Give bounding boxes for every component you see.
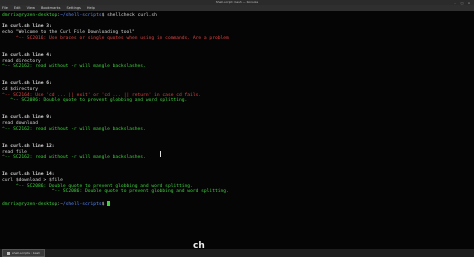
mouse-cursor-icon — [160, 151, 161, 157]
terminal-text-segment: ^-- SC2162: read without -r will mangle … — [2, 155, 146, 161]
terminal-text-segment: read file — [2, 149, 27, 155]
taskbar-task-label: shell-scripts : bash — [12, 251, 41, 255]
terminal-text-segment: ^-- SC2086: Double quote to prevent glob… — [2, 189, 229, 195]
terminal-text-segment: curl $download > $file — [2, 177, 63, 183]
terminal-text-segment: ^-- SC2086: Double quote to prevent glob… — [2, 183, 193, 189]
terminal-text-segment: In curl.sh line 14: — [2, 172, 55, 178]
terminal-text-segment: $ shellcheck curl.sh — [101, 13, 157, 18]
taskbar-konsole-button[interactable]: shell-scripts : bash — [2, 249, 46, 257]
text-cursor — [107, 200, 111, 206]
terminal-text-segment: In curl.sh line 12: — [2, 143, 55, 149]
terminal-text-segment: ^-- SC2086: Double quote to prevent glob… — [2, 98, 188, 104]
terminal-text-segment: ^-- SC2162: read without -r will mangle … — [2, 64, 146, 70]
terminal-text-segment: ^-- SC2162: read without -r will mangle … — [2, 126, 146, 132]
close-icon[interactable]: × — [467, 1, 471, 5]
window-title: Shell-script: bash — Konsole — [215, 0, 259, 4]
overlay-mark: ch — [193, 241, 205, 251]
minimize-icon[interactable]: – — [453, 1, 457, 5]
taskbar: shell-scripts : bash — [0, 249, 474, 257]
terminal-text-segment: dmrrix@ryzen-desktop — [2, 201, 58, 207]
terminal-text-segment: In curl.sh line 9: — [2, 115, 52, 121]
terminal-output[interactable]: dmrrix@ryzen-desktop:~/shell-scripts$ sh… — [0, 11, 474, 249]
terminal-text-segment: read download — [2, 121, 38, 127]
terminal-line: dmrrix@ryzen-desktop:~/shell-scripts$ — [2, 200, 472, 207]
terminal-text-segment: ~/shell-scripts — [60, 201, 102, 207]
terminal-text-segment: echo "Welcome to the Curl File Downloadi… — [2, 30, 135, 36]
terminal-text-segment: dmrrix@ryzen-desktop — [2, 13, 58, 18]
terminal-icon — [7, 251, 10, 255]
terminal-text-segment: In curl.sh line 6: — [2, 81, 52, 87]
konsole-window: Shell-script: bash — Konsole – □ × File E… — [0, 0, 474, 257]
terminal-text-segment: ^-- SC2164: Use 'cd ... || exit' or 'cd … — [2, 92, 202, 98]
terminal-text-segment: ^-- SC2016: Use braces or single quotes … — [2, 35, 229, 41]
terminal-text-segment: ~/shell-scripts — [60, 13, 102, 18]
terminal-text-segment: cd $directory — [2, 86, 38, 92]
maximize-icon[interactable]: □ — [460, 1, 464, 5]
terminal-text-segment: read directory — [2, 58, 41, 64]
terminal-text-segment: In curl.sh line 4: — [2, 52, 52, 58]
terminal-text-segment: In curl.sh line 3: — [2, 24, 52, 30]
